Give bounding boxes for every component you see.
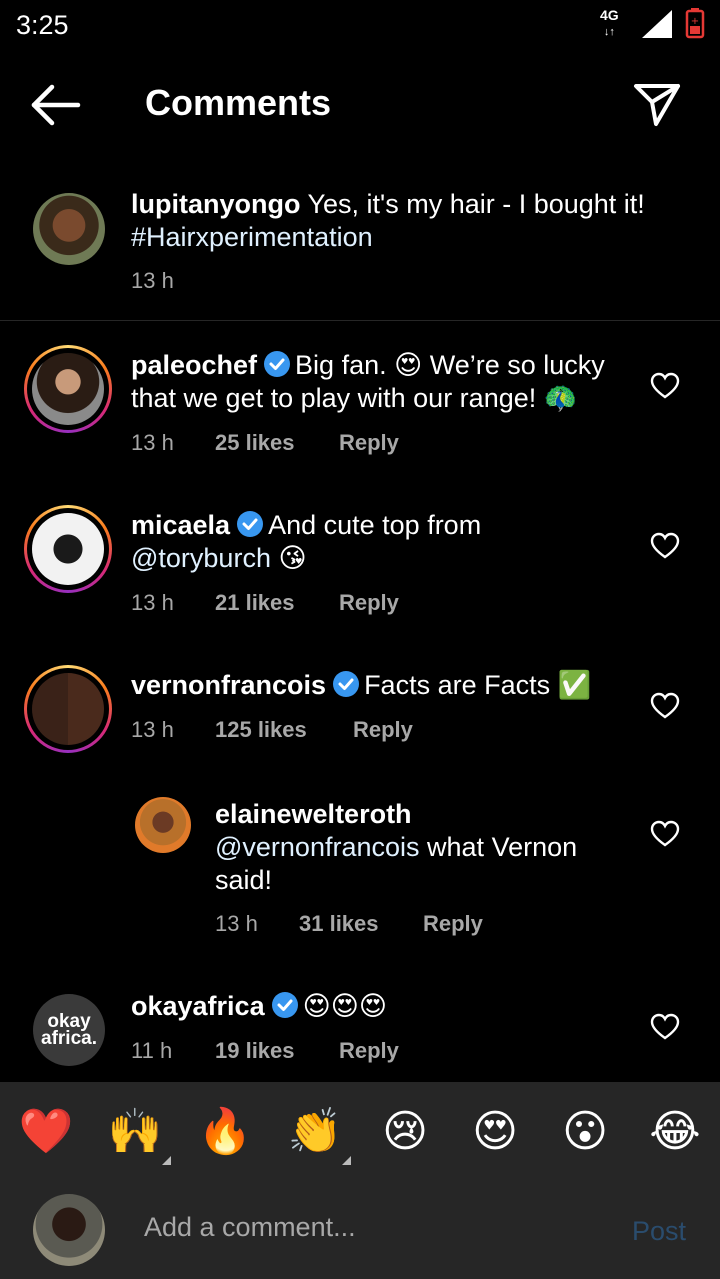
like-heart-icon[interactable] [650,372,680,400]
comment-likes[interactable]: 21 likes [215,590,339,616]
direct-share-icon[interactable] [632,80,682,130]
comment-body: 😍😍😍 [302,991,388,1021]
emoji-raising-hands-button[interactable]: 🙌 [107,1104,163,1160]
avatar-logo-text: okay africa. [41,1011,97,1049]
user-avatar [33,1194,105,1266]
comment-meta: 13 h 125 likes Reply [131,717,413,743]
reply-button[interactable]: Reply [339,430,399,456]
comment-time: 11 h [131,1038,173,1063]
comment-meta: 13 h 21 likes Reply [131,590,399,616]
avatar[interactable]: okay africa. [33,994,105,1066]
network-type: 4G [600,7,619,23]
emoji-laughing-button[interactable]: 😂 [647,1104,703,1160]
verified-badge-icon [237,511,264,537]
comment-emoji: 😘 [278,543,307,573]
skin-tone-indicator [342,1156,351,1165]
comment-time: 13 h [131,430,174,455]
comment-text: okayafrica 😍😍😍 [131,990,631,1023]
reply-button[interactable]: Reply [339,590,399,616]
story-ring[interactable] [24,345,112,433]
comment-body: And cute top from [268,510,482,540]
caption-username[interactable]: lupitanyongo [131,189,300,219]
page-title: Comments [145,82,332,123]
post-caption: lupitanyongo Yes, it's my hair - I bough… [0,188,720,321]
comment-body: Facts are Facts ✅ [364,670,592,700]
comment-text: elainewelteroth @vernonfrancois what Ver… [215,798,635,897]
emoji-crying-button[interactable]: 😢 [377,1104,433,1160]
reply-button[interactable]: Reply [353,717,413,743]
comment-username[interactable]: paleochef [131,350,257,380]
comment-input[interactable] [144,1212,604,1243]
comment-username[interactable]: okayafrica [131,991,265,1021]
comment-likes[interactable]: 125 likes [215,717,353,743]
like-heart-icon[interactable] [650,692,680,720]
status-bar: 3:25 4G ↓↑ + [0,0,720,52]
comment-time: 13 h [215,911,258,936]
avatar [32,673,104,745]
like-heart-icon[interactable] [650,820,680,848]
emoji-heart-button[interactable]: ❤️ [18,1104,74,1160]
comment-time: 13 h [131,717,174,742]
caption-time: 13 h [131,268,174,293]
verified-badge-icon [271,992,298,1018]
emoji-reaction-bar: ❤️ 🙌 🔥 👏 😢 😍 😮 😂 [0,1082,720,1180]
caption-body: Yes, it's my hair - I bought it! [307,189,645,219]
verified-badge-icon [264,351,291,377]
comment-meta: 11 h 19 likes Reply [131,1038,399,1064]
story-ring[interactable] [24,665,112,753]
caption-hashtag[interactable]: #Hairxperimentation [131,222,373,252]
comment-time: 13 h [131,590,174,615]
battery-icon: + [685,8,705,39]
comment-likes[interactable]: 19 likes [215,1038,339,1064]
comment-username[interactable]: micaela [131,510,230,540]
signal-icon [642,10,672,38]
like-heart-icon[interactable] [650,532,680,560]
comment-mention[interactable]: @vernonfrancois [215,832,420,862]
comment-text: micaela And cute top from @toryburch 😘 [131,509,631,575]
caption-meta: 13 h [131,268,174,294]
emoji-clapping-button[interactable]: 👏 [287,1104,343,1160]
comment-text: paleochef Big fan. 😍 We’re so lucky that … [131,349,631,415]
back-arrow-icon[interactable] [30,84,82,126]
network-indicator: 4G ↓↑ [600,7,619,39]
verified-badge-icon [333,671,360,697]
reply-button[interactable]: Reply [339,1038,399,1064]
story-ring[interactable] [24,505,112,593]
avatar[interactable] [135,797,191,853]
comment-mention[interactable]: @toryburch [131,543,271,573]
emoji-surprised-button[interactable]: 😮 [557,1104,613,1160]
status-time: 3:25 [16,10,69,40]
comment-meta: 13 h 31 likes Reply [215,911,483,937]
comment-likes[interactable]: 31 likes [299,911,423,937]
caption-text: lupitanyongo Yes, it's my hair - I bough… [131,188,691,254]
comment-text: vernonfrancois Facts are Facts ✅ [131,669,631,702]
emoji-fire-button[interactable]: 🔥 [197,1104,253,1160]
comment-likes[interactable]: 25 likes [215,430,339,456]
svg-text:+: + [691,16,699,27]
comment-meta: 13 h 25 likes Reply [131,430,399,456]
avatar[interactable] [33,193,105,265]
header: Comments [0,58,720,154]
reply-button[interactable]: Reply [423,911,483,937]
skin-tone-indicator [162,1156,171,1165]
emoji-heart-eyes-button[interactable]: 😍 [467,1104,523,1160]
post-button[interactable]: Post [632,1216,686,1247]
comment-username[interactable]: elainewelteroth [215,799,412,829]
comment-composer: Post [0,1180,720,1279]
avatar [32,353,104,425]
comment-username[interactable]: vernonfrancois [131,670,326,700]
like-heart-icon[interactable] [650,1013,680,1041]
avatar [32,513,104,585]
